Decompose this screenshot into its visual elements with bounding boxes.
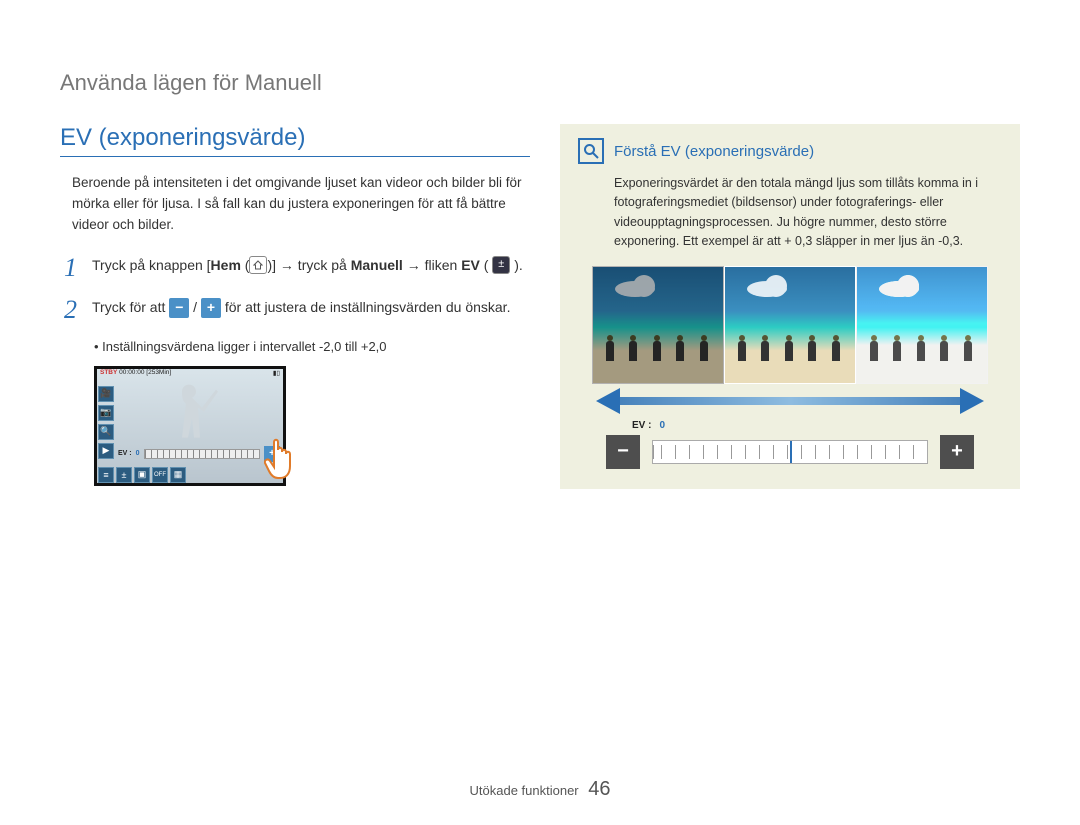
intro-paragraph: Beroende på intensiteten i det omgivande… (72, 173, 530, 236)
battery-icon: ▮▯ (273, 369, 280, 377)
rec-time: 00:00:00 (119, 369, 144, 376)
infobox-body: Exponeringsvärdet är den totala mängd lj… (614, 174, 1002, 252)
ev-label: EV : (118, 450, 132, 457)
step-number-2: 2 (64, 296, 92, 325)
ev-value: 0 (136, 450, 140, 457)
camera-preview: STBY 00:00:00 [253Min] ▮▯ 🎥 📷 🔍 ▶ EV : 0… (94, 366, 286, 486)
page-number: 46 (588, 778, 610, 800)
off-icon: OFF (152, 467, 168, 483)
minus-icon: − (169, 298, 189, 318)
slider-minus-button[interactable]: − (606, 435, 640, 469)
sample-dark (592, 266, 724, 384)
sample-bright (856, 266, 988, 384)
touch-hand-icon (264, 436, 304, 480)
stby-label: STBY (100, 369, 117, 376)
plus-icon: + (201, 298, 221, 318)
range-arrow-icon (592, 390, 988, 414)
wb-icon: ▦ (170, 467, 186, 483)
label-hem: Hem (211, 257, 241, 273)
mode-video-icon: 🎥 (98, 386, 114, 402)
ev-scale (144, 449, 260, 459)
footer-section: Utökade funktioner (470, 783, 579, 798)
step1-text: Tryck på knappen [ (92, 257, 211, 273)
step-1: 1 Tryck på knappen [Hem ()] → tryck på M… (64, 254, 530, 283)
range-note: Inställningsvärdena ligger i intervallet… (94, 339, 530, 354)
ev-tab-icon: ± (116, 467, 132, 483)
slider-ev-value: 0 (659, 420, 665, 431)
breadcrumb: Använda lägen för Manuell (60, 70, 1020, 96)
slider-plus-button[interactable]: + (940, 435, 974, 469)
zoom-icon: 🔍 (98, 424, 114, 440)
section-title-ev: EV (exponeringsvärde) (60, 124, 530, 157)
label-ev: EV (461, 257, 480, 273)
step-2: 2 Tryck för att − / + för att justera de… (64, 296, 530, 325)
home-icon (249, 256, 267, 274)
info-box: Förstå EV (exponeringsvärde) Exponerings… (560, 124, 1020, 489)
page-footer: Utökade funktioner 46 (0, 778, 1080, 801)
remain-time: [253Min] (146, 369, 171, 376)
magnifier-icon (578, 138, 604, 164)
slider-ev-label: EV : (632, 420, 651, 431)
exposure-triptych (592, 266, 988, 384)
ev-slider: − + (606, 435, 974, 469)
sample-normal (724, 266, 856, 384)
step-number-1: 1 (64, 254, 92, 283)
label-manuell: Manuell (351, 257, 403, 273)
mode-photo-icon: 📷 (98, 405, 114, 421)
menu-icon: ≡ (98, 467, 114, 483)
play-icon: ▶ (98, 443, 114, 459)
infobox-title: Förstå EV (exponeringsvärde) (614, 143, 814, 160)
ev-scale-row: EV : 0 + (118, 446, 280, 462)
slider-track[interactable] (652, 440, 928, 464)
ev-icon: ± (492, 256, 510, 274)
focus-icon: ▣ (134, 467, 150, 483)
